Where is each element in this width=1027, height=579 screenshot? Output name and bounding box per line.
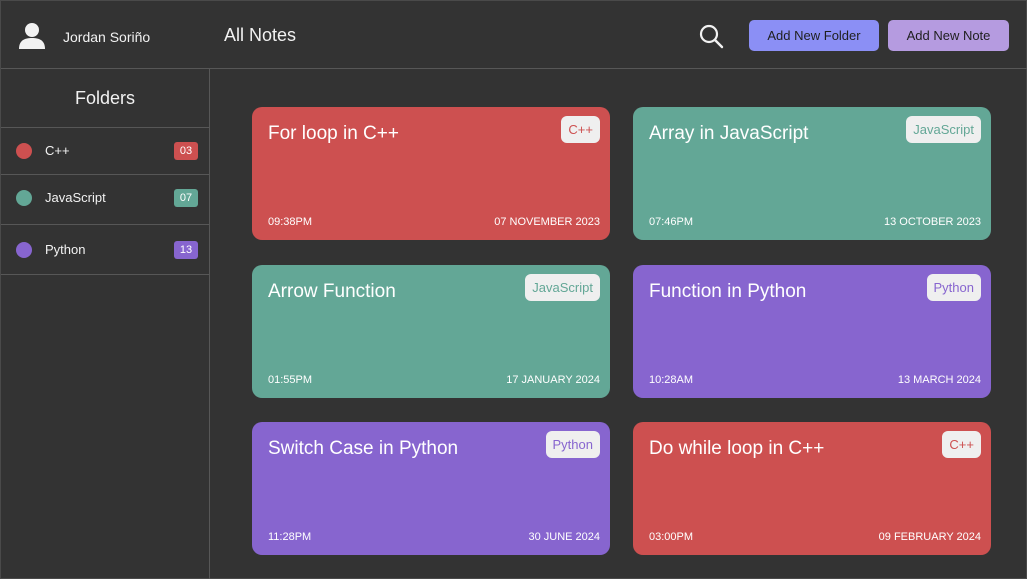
note-title: Do while loop in C++ — [649, 438, 825, 459]
note-title: Switch Case in Python — [268, 438, 459, 459]
top-bar: Jordan Soriño All Notes Add New Folder A… — [1, 1, 1027, 69]
user-name: Jordan Soriño — [63, 29, 151, 45]
note-tag-badge: C++ — [942, 431, 981, 458]
folders-sidebar: Folders C++ 03 JavaScript 07 Python 13 — [1, 69, 210, 579]
note-title: Arrow Function — [268, 281, 396, 302]
folders-heading: Folders — [1, 69, 209, 128]
folder-label: JavaScript — [45, 190, 106, 205]
note-date: 13 OCTOBER 2023 — [883, 216, 981, 228]
note-card[interactable]: Switch Case in Python Python 11:28PM 30 … — [252, 422, 610, 555]
folder-count-badge: 13 — [174, 241, 198, 259]
note-tag-badge: JavaScript — [525, 274, 600, 301]
note-time: 03:00PM — [649, 531, 694, 543]
page-title: All Notes — [224, 25, 297, 45]
note-card[interactable]: Arrow Function JavaScript 01:55PM 17 JAN… — [252, 265, 610, 398]
note-tag-badge: JavaScript — [906, 116, 981, 143]
folder-item-cpp[interactable]: C++ 03 — [1, 128, 209, 175]
note-date: 07 NOVEMBER 2023 — [494, 216, 600, 228]
note-card[interactable]: For loop in C++ C++ 09:38PM 07 NOVEMBER … — [252, 107, 610, 240]
search-icon[interactable] — [697, 22, 725, 50]
folder-label: C++ — [45, 143, 70, 158]
folder-color-dot — [16, 143, 32, 159]
note-time: 10:28AM — [649, 374, 694, 386]
note-time: 01:55PM — [268, 374, 313, 386]
folder-label: Python — [45, 242, 86, 257]
folder-color-dot — [16, 190, 32, 206]
note-title: For loop in C++ — [268, 123, 399, 144]
folder-count-badge: 03 — [174, 142, 198, 160]
add-new-note-button[interactable]: Add New Note — [888, 20, 1009, 51]
note-title: Function in Python — [649, 281, 807, 302]
note-tag-badge: Python — [545, 431, 600, 458]
note-date: 30 JUNE 2024 — [528, 531, 600, 543]
note-tag-badge: Python — [926, 274, 981, 301]
folder-item-javascript[interactable]: JavaScript 07 — [1, 175, 209, 225]
user-avatar-icon[interactable] — [17, 21, 47, 51]
folder-count-badge: 07 — [174, 189, 198, 207]
note-date: 17 JANUARY 2024 — [506, 374, 600, 386]
note-time: 07:46PM — [649, 216, 694, 228]
note-date: 09 FEBRUARY 2024 — [878, 531, 981, 543]
note-time: 09:38PM — [268, 216, 313, 228]
notes-app: Jordan Soriño All Notes Add New Folder A… — [0, 0, 1027, 579]
note-card[interactable]: Array in JavaScript JavaScript 07:46PM 1… — [633, 107, 991, 240]
add-new-folder-button[interactable]: Add New Folder — [749, 20, 879, 51]
note-tag-badge: C++ — [561, 116, 600, 143]
folder-item-python[interactable]: Python 13 — [1, 225, 209, 275]
folder-color-dot — [16, 242, 32, 258]
note-card[interactable]: Function in Python Python 10:28AM 13 MAR… — [633, 265, 991, 398]
note-time: 11:28PM — [268, 531, 312, 543]
note-card[interactable]: Do while loop in C++ C++ 03:00PM 09 FEBR… — [633, 422, 991, 555]
note-title: Array in JavaScript — [649, 123, 809, 144]
note-date: 13 MARCH 2024 — [897, 374, 981, 386]
